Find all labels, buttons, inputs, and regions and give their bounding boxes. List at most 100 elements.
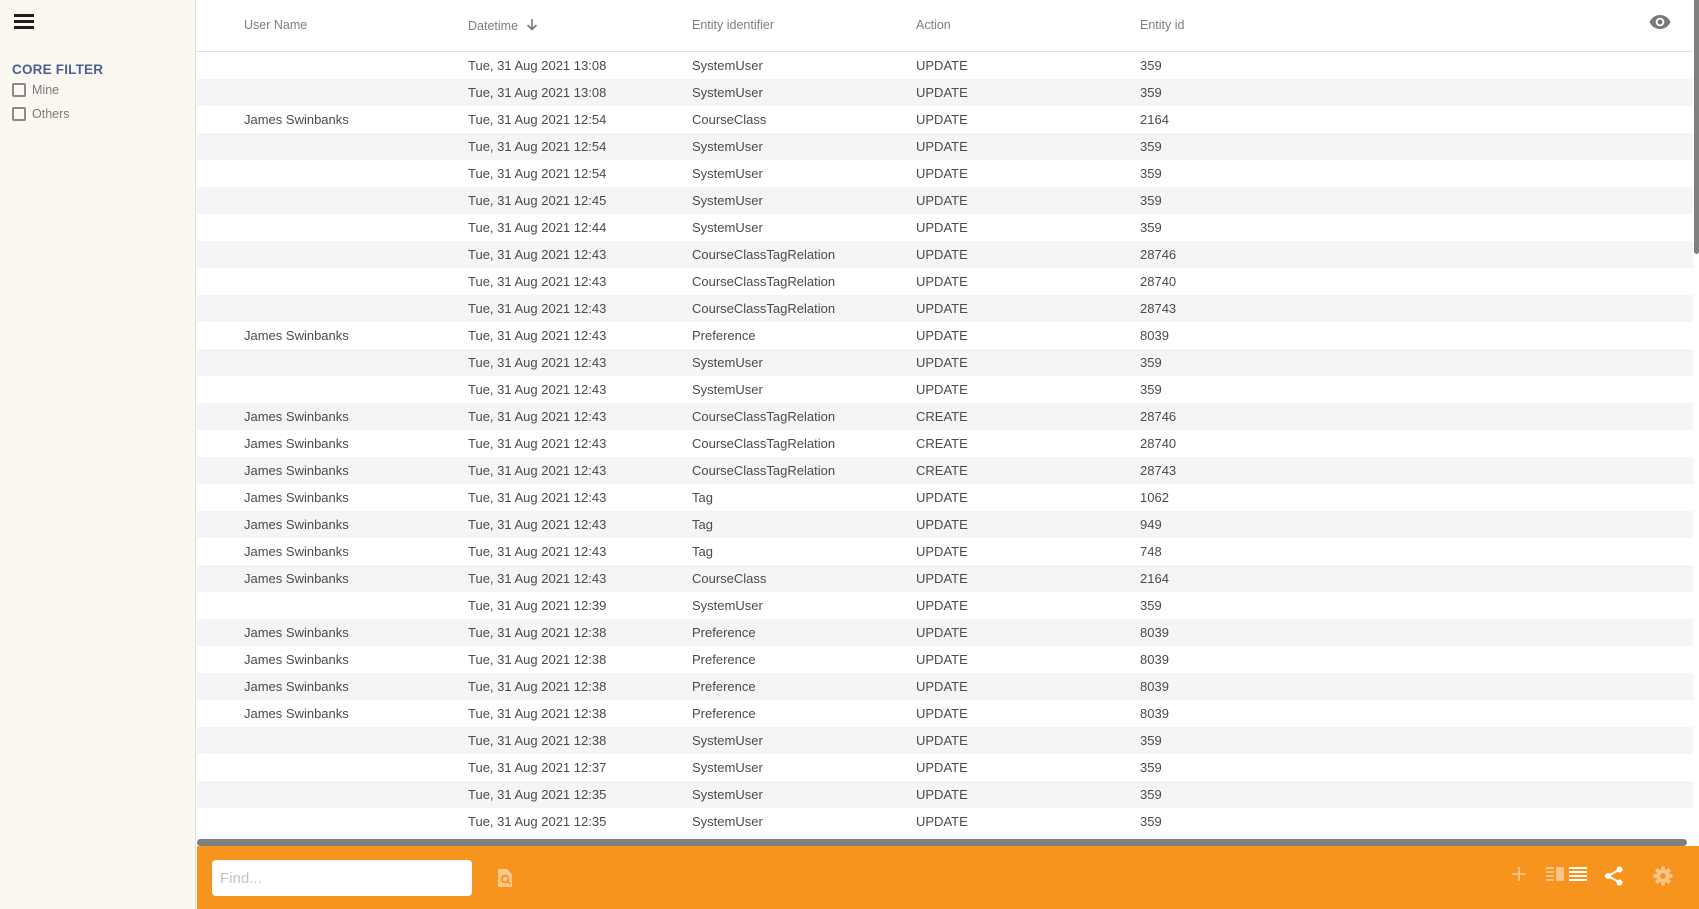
cell-user-name: James Swinbanks (244, 652, 349, 667)
cell-user-name: James Swinbanks (244, 112, 349, 127)
cell-entity-identifier: SystemUser (692, 355, 763, 370)
cell-action: UPDATE (916, 652, 968, 667)
table-row[interactable]: Tue, 31 Aug 2021 13:08 SystemUser UPDATE 35… (197, 79, 1693, 106)
table-row[interactable]: Tue, 31 Aug 2021 12:35 SystemUser UPDATE 35… (197, 781, 1693, 808)
table-row[interactable]: James Swinbanks Tue, 31 Aug 2021 12:54 Cou… (197, 106, 1693, 133)
table-row[interactable]: James Swinbanks Tue, 31 Aug 2021 12:43 Cou… (197, 403, 1693, 430)
horizontal-scrollbar-thumb[interactable] (197, 839, 1687, 846)
cell-action: UPDATE (916, 517, 968, 532)
cell-entity-identifier: SystemUser (692, 85, 763, 100)
table-row[interactable]: Tue, 31 Aug 2021 12:43 CourseClassTagRela… (197, 295, 1693, 322)
gear-icon[interactable] (1653, 866, 1673, 891)
column-header-label: User Name (244, 18, 308, 32)
cell-user-name: James Swinbanks (244, 463, 349, 478)
cell-entity-id: 359 (1140, 166, 1162, 181)
cell-entity-identifier: CourseClassTagRelation (692, 463, 836, 478)
table-row[interactable]: James Swinbanks Tue, 31 Aug 2021 12:43 Pre… (197, 322, 1693, 349)
table-row[interactable]: James Swinbanks Tue, 31 Aug 2021 12:38 Pre… (197, 646, 1693, 673)
cell-entity-identifier: SystemUser (692, 220, 763, 235)
cell-entity-id: 359 (1140, 85, 1162, 100)
bottom-toolbar (197, 846, 1699, 909)
cell-user-name: James Swinbanks (244, 625, 349, 640)
table-row[interactable]: Tue, 31 Aug 2021 12:38 SystemUser UPDATE 35… (197, 727, 1693, 754)
cell-action: UPDATE (916, 247, 968, 262)
table-row[interactable]: Tue, 31 Aug 2021 12:44 SystemUser UPDATE 35… (197, 214, 1693, 241)
mine-checkbox[interactable] (12, 83, 26, 97)
search-document-icon[interactable] (496, 868, 514, 893)
find-input[interactable] (212, 860, 472, 896)
table-row[interactable]: James Swinbanks Tue, 31 Aug 2021 12:38 Pre… (197, 700, 1693, 727)
cell-action: UPDATE (916, 706, 968, 721)
cell-action: UPDATE (916, 139, 968, 154)
split-view-icon[interactable] (1546, 866, 1566, 887)
cell-entity-identifier: Preference (692, 679, 756, 694)
cell-datetime: Tue, 31 Aug 2021 12:43 (468, 328, 607, 343)
cell-user-name: James Swinbanks (244, 517, 349, 532)
cell-datetime: Tue, 31 Aug 2021 12:38 (468, 706, 607, 721)
cell-action: UPDATE (916, 112, 968, 127)
table-row[interactable]: James Swinbanks Tue, 31 Aug 2021 12:43 Tag… (197, 484, 1693, 511)
column-header-user-name[interactable]: User Name (244, 18, 307, 32)
cell-datetime: Tue, 31 Aug 2021 12:38 (468, 733, 607, 748)
vertical-scrollbar-thumb[interactable] (1694, 0, 1699, 254)
column-header-entity-id[interactable]: Entity id (1140, 18, 1184, 32)
list-view-icon[interactable] (1569, 866, 1587, 887)
sidebar: CORE FILTER Mine Others (0, 0, 196, 909)
sort-arrow-down-icon[interactable] (526, 18, 538, 34)
table-row[interactable]: Tue, 31 Aug 2021 12:54 SystemUser UPDATE 35… (197, 160, 1693, 187)
table-row[interactable]: Tue, 31 Aug 2021 12:39 SystemUser UPDATE 35… (197, 592, 1693, 619)
cell-entity-id: 359 (1140, 814, 1162, 829)
cell-datetime: Tue, 31 Aug 2021 12:39 (468, 598, 607, 613)
table-row[interactable]: James Swinbanks Tue, 31 Aug 2021 12:43 Cou… (197, 430, 1693, 457)
table-row[interactable]: Tue, 31 Aug 2021 12:43 SystemUser UPDATE 35… (197, 376, 1693, 403)
table-row[interactable]: Tue, 31 Aug 2021 12:43 CourseClassTagRela… (197, 241, 1693, 268)
share-icon[interactable] (1604, 866, 1624, 891)
cell-datetime: Tue, 31 Aug 2021 12:38 (468, 679, 607, 694)
others-checkbox[interactable] (12, 107, 26, 121)
core-filter-title: CORE FILTER (12, 62, 104, 77)
table-row[interactable]: Tue, 31 Aug 2021 12:54 SystemUser UPDATE 35… (197, 133, 1693, 160)
column-header-entity-identifier[interactable]: Entity identifier (692, 18, 774, 32)
filter-mine-label: Mine (32, 83, 60, 97)
cell-entity-id: 359 (1140, 220, 1162, 235)
filter-others[interactable]: Others (12, 107, 70, 121)
hamburger-menu-icon[interactable] (14, 14, 34, 30)
column-header-action[interactable]: Action (916, 18, 951, 32)
cell-action: UPDATE (916, 85, 968, 100)
eye-icon[interactable] (1649, 14, 1671, 32)
table-row[interactable]: Tue, 31 Aug 2021 12:35 SystemUser UPDATE 35… (197, 808, 1693, 835)
table-row[interactable]: James Swinbanks Tue, 31 Aug 2021 12:43 Cou… (197, 457, 1693, 484)
cell-entity-identifier: SystemUser (692, 733, 763, 748)
cell-datetime: Tue, 31 Aug 2021 12:54 (468, 166, 607, 181)
cell-datetime: Tue, 31 Aug 2021 12:37 (468, 760, 607, 775)
table-body: Tue, 31 Aug 2021 13:08 SystemUser UPDATE 35… (197, 52, 1693, 835)
cell-entity-id: 8039 (1140, 652, 1169, 667)
table-row[interactable]: James Swinbanks Tue, 31 Aug 2021 12:43 Tag… (197, 538, 1693, 565)
filter-others-label: Others (32, 107, 70, 121)
filter-mine[interactable]: Mine (12, 83, 59, 97)
horizontal-scrollbar[interactable] (197, 838, 1699, 846)
table-row[interactable]: Tue, 31 Aug 2021 12:45 SystemUser UPDATE 35… (197, 187, 1693, 214)
table-row[interactable]: Tue, 31 Aug 2021 12:37 SystemUser UPDATE 35… (197, 754, 1693, 781)
table-row[interactable]: Tue, 31 Aug 2021 13:08 SystemUser UPDATE 35… (197, 52, 1693, 79)
table-row[interactable]: James Swinbanks Tue, 31 Aug 2021 12:43 Cou… (197, 565, 1693, 592)
plus-icon[interactable] (1511, 866, 1527, 887)
table-row[interactable]: James Swinbanks Tue, 31 Aug 2021 12:38 Pre… (197, 619, 1693, 646)
cell-user-name: James Swinbanks (244, 679, 349, 694)
cell-datetime: Tue, 31 Aug 2021 12:43 (468, 355, 607, 370)
table-row[interactable]: James Swinbanks Tue, 31 Aug 2021 12:38 Pre… (197, 673, 1693, 700)
cell-action: UPDATE (916, 328, 968, 343)
table-row[interactable]: Tue, 31 Aug 2021 12:43 SystemUser UPDATE 35… (197, 349, 1693, 376)
table-row[interactable]: Tue, 31 Aug 2021 12:43 CourseClassTagRela… (197, 268, 1693, 295)
cell-entity-id: 28743 (1140, 463, 1177, 478)
column-header-datetime[interactable]: Datetime (468, 18, 538, 34)
vertical-scrollbar[interactable] (1693, 0, 1699, 838)
cell-entity-id: 949 (1140, 517, 1162, 532)
cell-entity-identifier: SystemUser (692, 598, 763, 613)
table-header: User Name Datetime Entity identifier Act… (197, 0, 1693, 52)
column-header-label: Entity id (1140, 18, 1185, 32)
cell-entity-id: 359 (1140, 760, 1162, 775)
cell-action: UPDATE (916, 193, 968, 208)
table-row[interactable]: James Swinbanks Tue, 31 Aug 2021 12:43 Tag… (197, 511, 1693, 538)
cell-action: UPDATE (916, 598, 968, 613)
